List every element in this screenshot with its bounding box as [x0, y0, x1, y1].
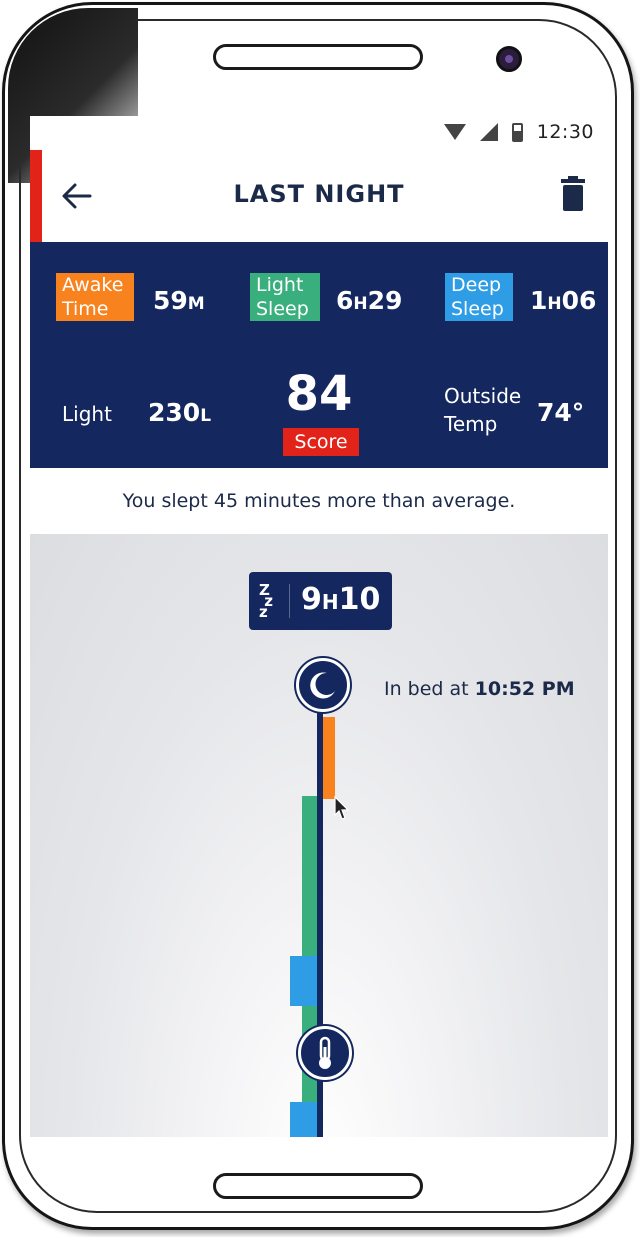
- duration-divider: [289, 584, 290, 618]
- deep-sleep-segment[interactable]: [290, 1102, 317, 1137]
- sleep-zzz-icon: Z zz: [259, 581, 273, 621]
- app-screen: 12:30 LAST NIGHT Awake Time 59M Light Sl…: [30, 116, 608, 1137]
- score-badge: Score: [283, 428, 359, 456]
- trash-icon: [561, 176, 585, 211]
- accent-edge: [30, 150, 42, 242]
- wifi-icon: [443, 124, 466, 140]
- app-bar: LAST NIGHT: [30, 150, 608, 242]
- moon-icon: [310, 672, 335, 699]
- battery-icon: [511, 122, 523, 142]
- awake-segment[interactable]: [323, 717, 335, 799]
- outside-temp-label-line1: Outside: [444, 384, 522, 408]
- deep-sleep-tag-line1: Deep: [451, 274, 502, 296]
- cell-signal-icon: [479, 123, 498, 141]
- sleep-timeline[interactable]: Z zz 9H10 In bed at 10:52 PM: [30, 534, 608, 1137]
- in-bed-label: In bed at 10:52 PM: [384, 678, 575, 700]
- light-sleep-tag: Light Sleep: [250, 273, 320, 321]
- outside-temp-label-line2: Temp: [444, 412, 498, 436]
- temperature-marker[interactable]: [298, 1026, 352, 1080]
- light-sleep-tag-line1: Light: [256, 274, 304, 296]
- sleep-summary-text: You slept 45 minutes more than average.: [30, 468, 608, 535]
- light-sleep-value: 6H29: [336, 286, 403, 315]
- total-sleep-duration: Z zz 9H10: [249, 572, 392, 630]
- deep-sleep-value: 1H06: [530, 286, 597, 315]
- earpiece-speaker: [213, 44, 423, 70]
- delete-button[interactable]: [560, 176, 586, 212]
- thermometer-icon: [319, 1036, 331, 1069]
- deep-sleep-segment[interactable]: [290, 956, 317, 1006]
- awake-time-value: 59M: [153, 286, 205, 315]
- light-sleep-segment[interactable]: [302, 796, 317, 958]
- outside-temp-label: Outside Temp: [444, 382, 521, 438]
- deep-sleep-tag-line2: Sleep: [451, 298, 504, 320]
- status-clock: 12:30: [536, 121, 594, 143]
- status-bar: 12:30: [30, 116, 608, 150]
- sleep-score-value: 84: [285, 366, 353, 422]
- light-sleep-tag-line2: Sleep: [256, 298, 309, 320]
- awake-time-tag: Awake Time: [56, 273, 134, 321]
- bottom-speaker: [213, 1173, 423, 1199]
- front-camera: [496, 46, 522, 72]
- deep-sleep-tag: Deep Sleep: [445, 273, 513, 321]
- awake-tag-line1: Awake: [62, 274, 124, 296]
- outside-temp-value: 74°: [537, 398, 585, 427]
- sleep-stats-panel: Awake Time 59M Light Sleep 6H29 Deep Sle…: [30, 242, 608, 468]
- awake-tag-line2: Time: [62, 298, 109, 320]
- mouse-pointer-icon: [334, 796, 350, 820]
- duration-value: 9H10: [301, 582, 381, 617]
- page-title: LAST NIGHT: [233, 180, 405, 208]
- bedtime-marker[interactable]: [296, 658, 350, 712]
